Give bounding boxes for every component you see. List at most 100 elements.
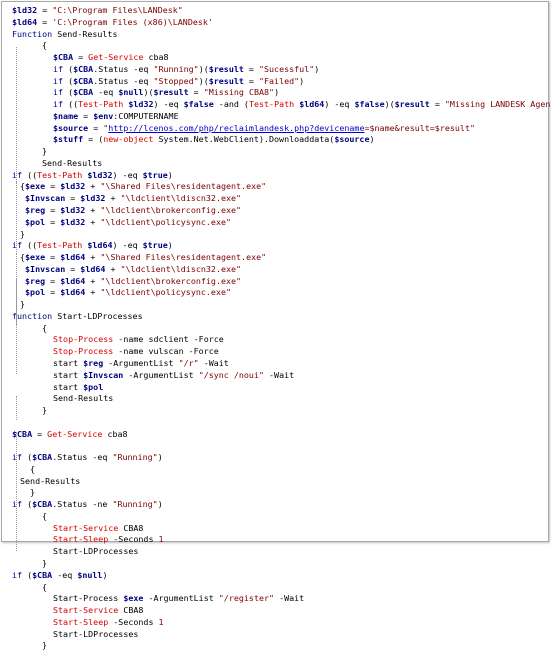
code-token-var: $ld32 — [60, 181, 86, 192]
code-token-plain: + — [85, 287, 101, 298]
code-line: $pol = $ld32 + "\ldclient\policysync.exe… — [5, 217, 546, 229]
code-line: if ($CBA.Status -eq "Running") — [5, 452, 546, 464]
code-token-plain: { — [20, 463, 36, 474]
code-token-plain: )( — [198, 63, 209, 74]
code-token-str: "\ldclient\policysync.exe" — [100, 287, 232, 298]
code-token-plain: + — [85, 275, 101, 286]
code-token-plain: .Status -eq — [93, 63, 154, 74]
code-line-text: Send-Results — [20, 476, 80, 488]
code-token-plain: Start-LDProcesses — [52, 310, 143, 321]
code-token-kw: if — [12, 499, 23, 510]
code-line-text: } — [42, 558, 47, 570]
code-line-text: Start-Service CBA8 — [53, 605, 143, 617]
code-token-var: $ld64 — [60, 252, 86, 263]
code-line: } — [5, 640, 546, 652]
code-token-var: $ld32 — [87, 169, 113, 180]
code-line: $reg = $ld32 + "\ldclient\brokerconfig.e… — [5, 205, 546, 217]
code-line: { — [5, 464, 546, 476]
code-token-var: $ld64 — [80, 263, 106, 274]
code-line-text: Send-Results — [53, 393, 113, 405]
code-token-plain: -Wait — [274, 593, 305, 604]
code-token-var: $CBA — [53, 52, 74, 63]
code-line: Start-Process $exe -ArgumentList "/regis… — [5, 593, 546, 605]
code-token-plain: { — [42, 40, 48, 51]
code-token-var: $env — [93, 110, 114, 121]
code-token-kw: if — [53, 87, 64, 98]
code-line-text: Stop-Process -name vulscan -Force — [53, 346, 219, 358]
code-line: } — [5, 229, 546, 241]
code-token-cmd: Start-Service — [53, 605, 119, 616]
code-line: Start-Service CBA8 — [5, 523, 546, 535]
code-line-text: $reg = $ld64 + "\ldclient\brokerconfig.e… — [20, 276, 241, 288]
code-line-text: { — [20, 464, 35, 476]
code-token-var: $pol — [83, 381, 104, 392]
code-token-plain: ) -eq — [112, 240, 143, 251]
code-token-plain: -Seconds — [108, 616, 159, 627]
code-line: if ((Test-Path $ld32) -eq $true) — [5, 170, 546, 182]
code-line: } — [5, 299, 546, 311]
code-token-plain: = — [37, 5, 53, 15]
code-token-plain: -Wait — [198, 357, 229, 368]
code-token-str: "Stopped" — [153, 75, 199, 86]
code-line-text: function Start-LDProcesses — [12, 311, 143, 323]
code-token-plain: = — [429, 99, 445, 110]
code-token-cmd: Start-Sleep — [53, 616, 109, 627]
code-token-kw: if — [12, 240, 23, 251]
code-token-cmd: Test-Path — [248, 99, 295, 110]
code-token-var: $ld64 — [12, 16, 38, 27]
code-line: Send-Results — [5, 158, 546, 170]
fold-guide-line — [16, 396, 17, 420]
code-line: $source = "http://lcenos.com/php/reclaim… — [5, 123, 546, 135]
code-token-plain: -ArgumentList — [103, 357, 179, 368]
code-line-text: if ($CBA -eq $null)($result = "Missing C… — [53, 87, 279, 99]
code-token-var: $ld32 — [60, 205, 86, 216]
code-line-text: } — [42, 640, 47, 652]
code-token-plain: ) -eq — [324, 99, 355, 110]
code-line-text: Start-Sleep -Seconds 1 — [53, 617, 164, 629]
code-token-var: $CBA — [73, 63, 94, 74]
code-token-plain: + — [105, 193, 121, 204]
code-line: Start-Sleep -Seconds 1 — [5, 534, 546, 546]
powershell-code-editor[interactable]: $ld32 = "C:\Program Files\LANDesk" $ld64 … — [5, 5, 551, 650]
code-token-plain: Send-Results — [42, 157, 103, 168]
code-token-kw: if — [12, 169, 23, 180]
code-line-text: $pol = $ld64 + "\ldclient\policysync.exe… — [20, 287, 231, 299]
code-token-cmd: Get-Service — [88, 52, 144, 63]
code-token-plain: ) — [369, 134, 375, 145]
code-line-text: if ($CBA.Status -eq "Running") — [12, 452, 163, 464]
code-token-plain: } — [42, 405, 48, 416]
code-token-plain: (( — [22, 169, 38, 180]
code-line: $ld32 = "C:\Program Files\LANDesk" — [5, 5, 546, 17]
code-token-plain: start — [53, 381, 84, 392]
code-line: } — [5, 558, 546, 570]
code-line: if ($CBA.Status -eq "Running")($result =… — [5, 64, 546, 76]
code-line: $ld64 = 'C:\Program Files (x86)\LANDesk' — [5, 17, 546, 29]
code-token-plain: cba8 — [143, 52, 169, 63]
code-token-plain: = — [45, 287, 61, 298]
code-token-plain: )( — [384, 99, 395, 110]
code-token-str: "Running" — [112, 499, 158, 510]
code-line-text: Send-Results — [42, 158, 102, 170]
code-token-plain: ( — [22, 452, 33, 463]
code-line: if ($CBA -eq $null)($result = "Missing C… — [5, 87, 546, 99]
code-token-var: $ld32 — [60, 216, 86, 227]
code-token-plain: } — [42, 557, 48, 568]
code-token-plain: System.Net.WebClient).Downloaddata( — [153, 134, 335, 145]
code-token-plain: -and ( — [213, 99, 249, 110]
code-token-str: "\ldclient\ldiscn32.exe" — [120, 193, 242, 204]
code-token-plain: start — [53, 369, 84, 380]
code-token-plain: Send-Results — [52, 28, 118, 39]
code-token-plain: = — [45, 181, 61, 192]
code-token-plain: ) — [102, 569, 108, 580]
code-line-text: $name = $env:COMPUTERNAME — [53, 111, 179, 123]
code-token-plain: start — [53, 357, 84, 368]
code-line-text: $CBA = Get-Service cba8 — [12, 429, 128, 441]
code-token-plain: { — [42, 322, 48, 333]
code-token-var: $ld64 — [299, 99, 325, 110]
code-token-str: "\ldclient\ldiscn32.exe" — [120, 263, 242, 274]
code-token-plain: -name vulscan -Force — [113, 346, 219, 357]
code-line: $Invscan = $ld64 + "\ldclient\ldiscn32.e… — [5, 264, 546, 276]
code-line: { — [5, 582, 546, 594]
